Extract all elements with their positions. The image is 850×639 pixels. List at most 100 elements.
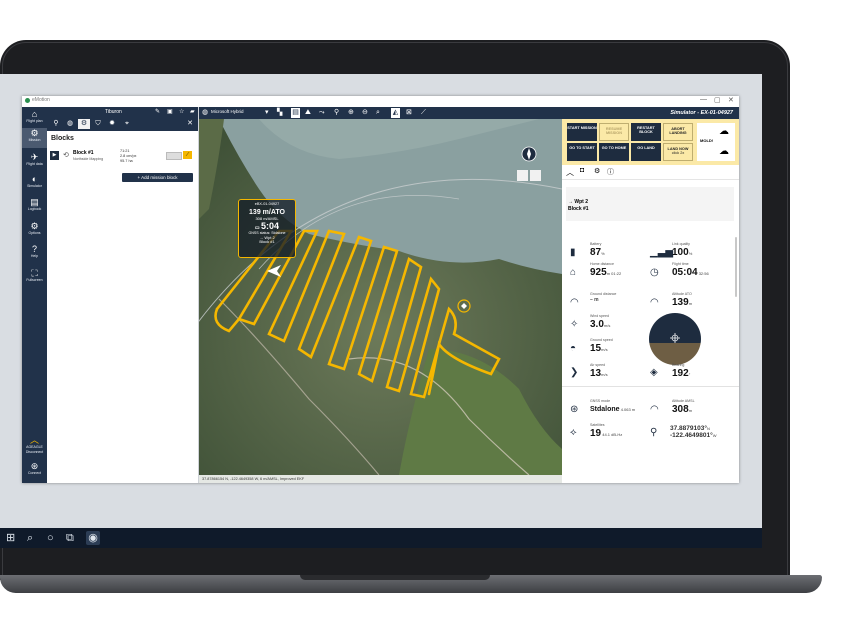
gnss-readout: GNSS mode Stdalone 4.063 m bbox=[590, 399, 636, 413]
land-now-button[interactable]: LAND NOW click 2x bbox=[663, 143, 693, 161]
wind-speed-readout: Wind speed 3.0m/s bbox=[590, 314, 611, 330]
route-icon[interactable]: ⤳ bbox=[319, 108, 325, 118]
rail-item-logbook[interactable]: ▤ Logbook bbox=[22, 197, 47, 212]
rail-item-flight-data[interactable]: ✈ Flight data bbox=[22, 152, 47, 167]
bearing-icon: ◈ bbox=[650, 367, 658, 378]
tab-shield-icon[interactable]: ⛉ bbox=[92, 119, 104, 129]
chevron-down-icon[interactable]: ▾ bbox=[265, 108, 269, 118]
maximize-button[interactable]: ▢ bbox=[714, 96, 721, 104]
rail-item-mission[interactable]: ⚙ Mission bbox=[22, 128, 47, 148]
battery-icon: ▮ bbox=[570, 247, 576, 258]
air-speed-readout: Air speed 13m/s bbox=[590, 363, 608, 379]
location-pin-icon: ⚲ bbox=[650, 427, 658, 438]
block-row[interactable]: ▶ ⟲ Block #1 Northside Mapping 71:21 2.8… bbox=[50, 149, 195, 165]
resume-mission-button[interactable]: RESUME MISSION bbox=[599, 123, 629, 141]
window-title: eMotion bbox=[32, 97, 50, 103]
waypoint-line: → Wpt 2 bbox=[568, 199, 588, 205]
go-to-start-button[interactable]: GO TO START bbox=[567, 143, 597, 161]
blocks-title: Blocks bbox=[51, 135, 74, 142]
tab-gear-icon[interactable]: ✹ bbox=[106, 119, 118, 129]
zoom-out-icon[interactable]: ⊖ bbox=[362, 108, 368, 118]
start-mission-button[interactable]: START MISSION bbox=[567, 123, 597, 141]
altitude-ato-readout: Altitude ATO 139m bbox=[672, 292, 693, 308]
map-toolbar: ◍ Microsoft Hybrid ▾ ▚ ▤ ⛰ ⤳ ⚲ ⊕ ⊖ ⌕ ◭ ⊠… bbox=[199, 107, 562, 119]
simulator-header: Simulator - EX-01-04927 bbox=[562, 107, 739, 119]
emotion-app-icon[interactable]: ◉ bbox=[86, 531, 100, 545]
minimize-button[interactable]: — bbox=[700, 96, 707, 103]
add-mission-block-button[interactable]: + Add mission block bbox=[122, 173, 193, 182]
mission-name: Tiburon bbox=[105, 109, 122, 115]
tab-settings-icon[interactable]: ⚙ bbox=[78, 119, 90, 129]
save-icon[interactable]: ▣ bbox=[167, 108, 173, 115]
rail-item-options[interactable]: ⚙ Options bbox=[22, 221, 47, 236]
camera-icon[interactable]: ◘ bbox=[580, 167, 584, 174]
ground-speed-readout: Ground speed 15m/s bbox=[590, 338, 613, 354]
star-icon[interactable]: ☆ bbox=[179, 108, 184, 115]
air-speed-icon: ❯ bbox=[570, 367, 579, 378]
rail-item-help[interactable]: ? Help bbox=[22, 244, 47, 259]
mission-header: Tiburon ✎ ▣ ☆ ▰ bbox=[47, 107, 198, 117]
flight-panel: Simulator - EX-01-04927 START MISSION RE… bbox=[562, 107, 739, 483]
map-mode-icon[interactable]: ▤ bbox=[291, 108, 300, 118]
close-panel-icon[interactable]: ✕ bbox=[184, 119, 196, 129]
edit-icon[interactable]: ✎ bbox=[155, 108, 160, 115]
block-gsd: 2.8 cm/px bbox=[120, 154, 137, 158]
block-pattern-icon[interactable]: ⟋ bbox=[183, 151, 192, 159]
panel-tabs: ︿ ◘ ⚙ ⓘ bbox=[562, 165, 739, 180]
mission-tabs: ⚲ ◍ ⚙ ⛉ ✹ ⌖ ✕ bbox=[47, 117, 198, 131]
block-duration: 71:21 bbox=[120, 149, 130, 153]
block-toggle[interactable] bbox=[166, 152, 182, 160]
zoom-in-icon[interactable]: ⊕ bbox=[348, 108, 354, 118]
go-land-button[interactable]: GO LAND bbox=[631, 143, 661, 161]
tab-target-icon[interactable]: ⌖ bbox=[121, 119, 133, 129]
info-icon[interactable]: ⓘ bbox=[607, 167, 614, 177]
layers-icon[interactable]: ▚ bbox=[277, 108, 282, 118]
close-button[interactable]: ✕ bbox=[728, 96, 734, 104]
drone-info-box[interactable]: eBX-01-04927 139 m/ATO 308 m/AMSL ▭ 5:04… bbox=[238, 199, 296, 258]
taskbar: ⊞ ⌕ ○ ⧉ ◉ bbox=[0, 528, 762, 548]
fullscreen-icon: ⛶ bbox=[31, 268, 38, 278]
windows-start-icon[interactable]: ⊞ bbox=[6, 531, 15, 545]
camera-area-icon[interactable]: ⊠ bbox=[406, 108, 412, 118]
home-icon: ⌂ bbox=[31, 109, 38, 119]
abort-landing-button[interactable]: ABORT LANDING bbox=[663, 123, 693, 141]
rail-item-simulator[interactable]: ◐ Simulator bbox=[22, 174, 47, 189]
wind-compass-icon: ✧ bbox=[570, 319, 579, 330]
pin-icon[interactable]: ⚲ bbox=[334, 108, 339, 118]
wind-indicator: ☁ MOLD! ☁ bbox=[697, 123, 735, 161]
cortana-icon[interactable]: ○ bbox=[47, 531, 54, 545]
terrain-icon[interactable]: ⛰ bbox=[305, 108, 311, 118]
settings-icon[interactable]: ⚙ bbox=[594, 167, 600, 175]
connect-button[interactable]: ⊛ Connect bbox=[22, 461, 47, 476]
app-window: eMotion — ▢ ✕ ⌂ Flight plan ⚙ Mission ✈ … bbox=[22, 96, 739, 483]
tab-globe-icon[interactable]: ◍ bbox=[64, 119, 76, 129]
gnss-icon: ⊛ bbox=[570, 404, 579, 415]
play-icon[interactable]: ▶ bbox=[50, 151, 59, 160]
current-waypoint: → Wpt 2 Block #1 bbox=[566, 187, 734, 221]
zoom-fit-icon[interactable]: ⌕ bbox=[376, 108, 380, 118]
globe-icon: ◍ bbox=[202, 109, 209, 116]
bearing-readout: Bearing 192° bbox=[672, 363, 691, 379]
attitude-indicator bbox=[649, 313, 701, 365]
follow-drone-icon[interactable]: ◭ bbox=[391, 108, 400, 118]
scrollbar[interactable] bbox=[735, 237, 737, 297]
restart-block-button[interactable]: RESTART BLOCK bbox=[631, 123, 661, 141]
search-icon[interactable]: ⌕ bbox=[27, 531, 33, 545]
drone-block: Block #1 bbox=[259, 239, 275, 245]
collapse-icon[interactable]: ︿ bbox=[566, 167, 574, 178]
link-quality-readout: Link quality 100% bbox=[672, 242, 693, 258]
go-to-home-button[interactable]: GO TO HOME bbox=[599, 143, 629, 161]
drone-time: ▭ 5:04 bbox=[254, 220, 280, 231]
basemap-select[interactable]: Microsoft Hybrid bbox=[211, 109, 244, 114]
app-logo-icon bbox=[25, 98, 30, 103]
map-view[interactable]: ◍ Microsoft Hybrid ▾ ▚ ▤ ⛰ ⤳ ⚲ ⊕ ⊖ ⌕ ◭ ⊠… bbox=[199, 107, 562, 483]
battery-readout: Battery 87% bbox=[590, 242, 605, 258]
task-view-icon[interactable]: ⧉ bbox=[66, 531, 74, 545]
folder-icon[interactable]: ▰ bbox=[190, 108, 195, 115]
rail-item-fullscreen[interactable]: ⛶ Fullscreen bbox=[22, 268, 47, 283]
rail-item-flight-plan[interactable]: ⌂ Flight plan bbox=[22, 109, 47, 124]
gear-icon: ⚙ bbox=[30, 128, 39, 138]
ruler-icon[interactable]: ⟋ bbox=[421, 108, 426, 118]
tab-waypoint-icon[interactable]: ⚲ bbox=[50, 119, 62, 129]
options-icon: ⚙ bbox=[30, 221, 39, 231]
